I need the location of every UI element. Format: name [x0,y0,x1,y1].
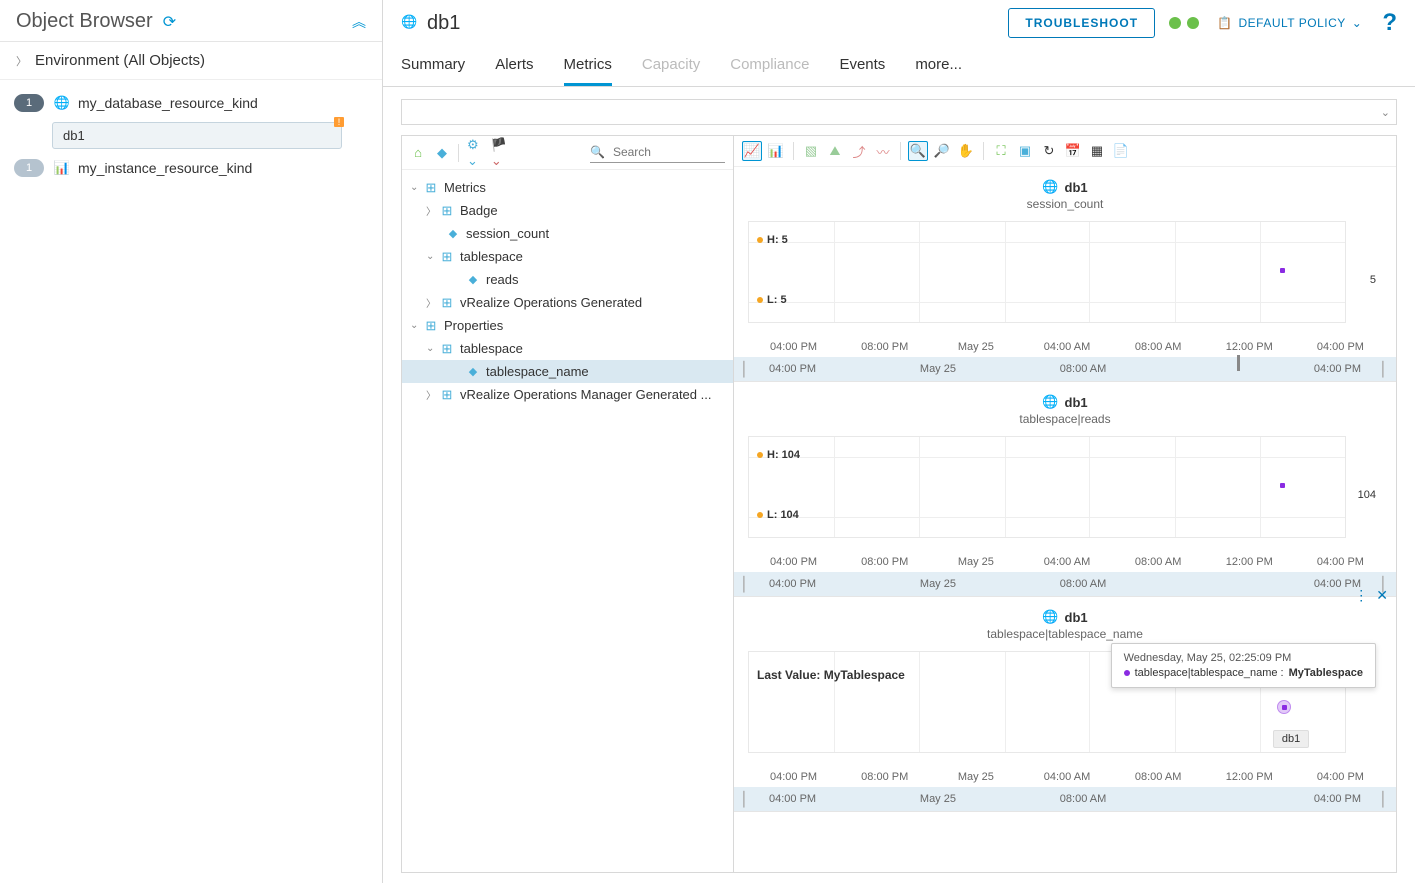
tab-alerts[interactable]: Alerts [495,46,533,86]
chart-area-icon[interactable]: ⛰ [825,141,845,161]
status-dot-icon [1187,17,1199,29]
hover-chip: db1 [1273,730,1309,748]
slider-handle-left-icon[interactable]: ⎢ [742,791,749,808]
resource-kind-row[interactable]: 1 🌐 my_database_resource_kind [0,90,382,116]
charts-panel: 📈 📊 ▧ ⛰ ⤴ 〰 🔍 🔎 ✋ ⛶ ▣ ↻ 📅 ▦ [734,136,1396,872]
database-icon: 🌐 [54,95,70,111]
instance-icon: 📊 [54,160,70,176]
policy-dropdown[interactable]: 📋 DEFAULT POLICY ⌄ [1217,16,1362,30]
tab-bar: Summary Alerts Metrics Capacity Complian… [383,46,1415,87]
chart-type-bar-icon[interactable]: 📊 [766,141,786,161]
reload-icon[interactable]: ↻ [1039,141,1059,161]
environment-label: Environment (All Objects) [35,52,205,69]
resource-item-db1[interactable]: db1 ! [52,122,342,149]
chart-trend-icon[interactable]: ⤴ [849,141,869,161]
tab-summary[interactable]: Summary [401,46,465,86]
home-icon[interactable]: ⌂ [410,145,426,161]
expand-icon[interactable]: ⛶ [991,141,1011,161]
tree-leaf-reads[interactable]: ◆reads [402,268,733,291]
tree-node-tablespace2[interactable]: ⌄⊞tablespace [402,337,733,360]
tab-events[interactable]: Events [839,46,885,86]
table-icon[interactable]: ▦ [1087,141,1107,161]
more-icon[interactable]: ⋮ [1354,587,1368,604]
tree-leaf-tablespace-name[interactable]: ◆tablespace_name [402,360,733,383]
resource-kind-label: my_database_resource_kind [78,95,258,111]
x-axis-labels: 04:00 PM08:00 PMMay 2504:00 AM08:00 AM12… [734,556,1396,572]
slider-handle-left-icon[interactable]: ⎢ [742,576,749,593]
chevron-down-icon: ⌄ [1352,16,1363,30]
object-browser-panel: Object Browser ⟳ ︽ 〉 Environment (All Ob… [0,0,383,883]
resource-kind-row[interactable]: 1 📊 my_instance_resource_kind [0,155,382,181]
chart-session-count: 🌐db1 session_count H: 5 L: 5 [734,167,1396,382]
time-slider[interactable]: ⎢ 04:00 PMMay 2508:00 AM04:00 PM ⎢ [734,787,1396,811]
help-icon[interactable]: ? [1382,9,1397,37]
filter-bar[interactable]: ⌄ [401,99,1397,125]
last-value-label: Last Value: MyTablespace [757,668,905,682]
tree-node-vrops-mgr[interactable]: 〉⊞vRealize Operations Manager Generated … [402,383,733,406]
status-indicators [1169,17,1199,29]
resource-kind-label: my_instance_resource_kind [78,160,252,176]
tab-metrics[interactable]: Metrics [564,46,612,86]
date-range-icon[interactable]: 📅 [1063,141,1083,161]
policy-icon: 📋 [1217,16,1232,30]
slider-handle-right-icon[interactable]: ⎢ [1381,791,1388,808]
chart-tablespace-name: 🌐db1 tablespace|tablespace_name ⋮ ✕ Last… [734,597,1396,812]
tab-compliance[interactable]: Compliance [730,46,809,86]
database-icon: 🌐 [1042,394,1058,410]
chart-toolbar: 📈 📊 ▧ ⛰ ⤴ 〰 🔍 🔎 ✋ ⛶ ▣ ↻ 📅 ▦ [734,136,1396,167]
tree-leaf-session-count[interactable]: ◆session_count [402,222,733,245]
resource-item-label: db1 [63,128,85,143]
x-axis-labels: 04:00 PM08:00 PMMay 2504:00 AM08:00 AM12… [734,771,1396,787]
search-icon: 🔍 [590,145,605,159]
count-badge: 1 [14,94,44,112]
database-icon: 🌐 [1042,179,1058,195]
x-axis-labels: 04:00 PM08:00 PMMay 2504:00 AM08:00 AM12… [734,341,1396,357]
page-title: db1 [427,12,460,35]
filter-icon[interactable]: 🏴 ⌄ [491,145,507,161]
chart-anomaly-icon[interactable]: 〰 [873,141,893,161]
metrics-tree-panel: ⌂ ◆ ⚙ ⌄ 🏴 ⌄ 🔍 ⌄⊞Metrics 〉⊞Badge ◆session… [402,136,734,872]
gear-icon[interactable]: ⚙ ⌄ [467,145,483,161]
pan-icon[interactable]: ✋ [956,141,976,161]
refresh-icon[interactable]: ⟳ [163,12,176,32]
database-icon: 🌐 [401,14,419,32]
export-icon[interactable]: 📄 [1111,141,1131,161]
zoom-out-icon[interactable]: 🔎 [932,141,952,161]
time-slider[interactable]: ⎢ 04:00 PMMay 2508:00 AM04:00 PM ⎢ [734,572,1396,596]
chart-tooltip: Wednesday, May 25, 02:25:09 PM tablespac… [1111,643,1376,688]
environment-row[interactable]: 〉 Environment (All Objects) [0,42,382,80]
collapse-icon[interactable]: ︽ [352,12,366,32]
tab-capacity[interactable]: Capacity [642,46,700,86]
count-badge: 1 [14,159,44,177]
main-header: 🌐 db1 TROUBLESHOOT 📋 DEFAULT POLICY ⌄ ? [383,0,1415,46]
chart-plot-area[interactable]: H: 5 L: 5 [748,221,1346,323]
warning-icon: ! [334,117,344,127]
tree-node-vrops-gen[interactable]: 〉⊞vRealize Operations Generated [402,291,733,314]
tree-node-tablespace[interactable]: ⌄⊞tablespace [402,245,733,268]
expand-icon: ⌄ [1381,106,1390,119]
metrics-search[interactable]: 🔍 [590,142,725,163]
sidebar-title: Object Browser [16,10,153,33]
chart-tablespace-reads: 🌐db1 tablespace|reads H: 104 L: 104 [734,382,1396,597]
chart-stacked-icon[interactable]: ▧ [801,141,821,161]
tree-node-badge[interactable]: 〉⊞Badge [402,199,733,222]
slider-handle-left-icon[interactable]: ⎢ [742,361,749,378]
collapse-all-icon[interactable]: ◆ [434,145,450,161]
tab-more[interactable]: more... [915,46,962,86]
zoom-icon[interactable]: 🔍 [908,141,928,161]
slider-handle-right-icon[interactable]: ⎢ [1381,361,1388,378]
troubleshoot-button[interactable]: TROUBLESHOOT [1008,8,1155,38]
database-icon: 🌐 [1042,609,1058,625]
chevron-right-icon: 〉 [16,53,27,69]
chart-type-line-icon[interactable]: 📈 [742,141,762,161]
policy-label: DEFAULT POLICY [1239,16,1346,30]
tree-node-properties[interactable]: ⌄⊞Properties [402,314,733,337]
search-input[interactable] [609,142,725,162]
time-slider[interactable]: ⎢ 04:00 PMMay 2508:00 AM04:00 PM ⎢ [734,357,1396,381]
tree-node-metrics[interactable]: ⌄⊞Metrics [402,176,733,199]
close-icon[interactable]: ✕ [1376,587,1388,604]
status-dot-icon [1169,17,1181,29]
chart-plot-area[interactable]: H: 104 L: 104 [748,436,1346,538]
fit-icon[interactable]: ▣ [1015,141,1035,161]
